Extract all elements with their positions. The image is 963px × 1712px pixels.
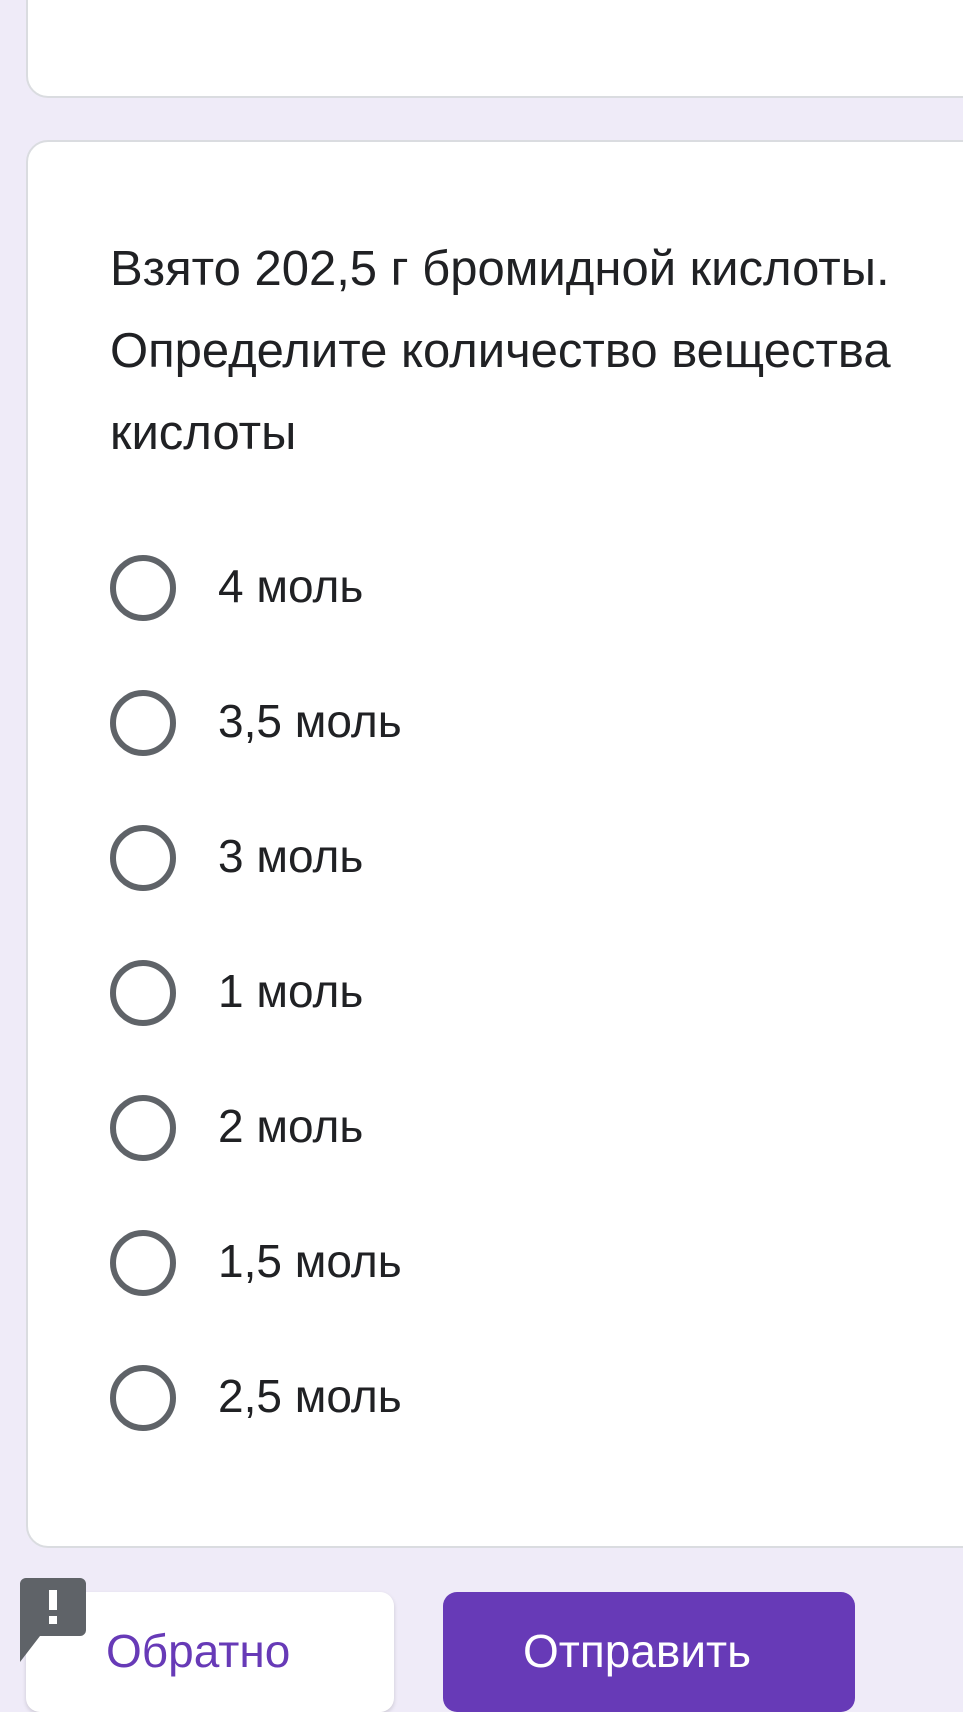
question-title: Взято 202,5 г бромидной кислоты. Определ… — [110, 242, 891, 460]
option-label: 2,5 моль — [218, 1370, 402, 1422]
option-label: 2 моль — [218, 1100, 364, 1152]
submit-button-label: Отправить — [523, 1625, 752, 1677]
submit-button[interactable]: Отправить — [443, 1592, 855, 1712]
option-1-5-mol[interactable]: 1,5 моль — [110, 1227, 810, 1362]
radio-button[interactable] — [110, 690, 176, 756]
answer-options: 4 моль 3,5 моль 3 моль 1 моль 2 моль 1,5… — [110, 552, 810, 1497]
option-4-mol[interactable]: 4 моль — [110, 552, 810, 687]
option-label: 4 моль — [218, 560, 364, 612]
report-issue-icon[interactable] — [20, 1578, 86, 1662]
radio-button[interactable] — [110, 960, 176, 1026]
radio-button[interactable] — [110, 825, 176, 891]
option-label: 3 моль — [218, 830, 364, 882]
radio-button[interactable] — [110, 555, 176, 621]
option-label: 1,5 моль — [218, 1235, 402, 1287]
radio-button[interactable] — [110, 1230, 176, 1296]
option-3-mol[interactable]: 3 моль — [110, 822, 810, 957]
radio-button[interactable] — [110, 1095, 176, 1161]
option-label: 3,5 моль — [218, 695, 402, 747]
option-label: 1 моль — [218, 965, 364, 1017]
option-1-mol[interactable]: 1 моль — [110, 957, 810, 1092]
previous-card — [26, 0, 963, 98]
back-button-label: Обратно — [106, 1625, 291, 1677]
option-2-5-mol[interactable]: 2,5 моль — [110, 1362, 810, 1497]
option-2-mol[interactable]: 2 моль — [110, 1092, 810, 1227]
radio-button[interactable] — [110, 1365, 176, 1431]
option-3-5-mol[interactable]: 3,5 моль — [110, 687, 810, 822]
